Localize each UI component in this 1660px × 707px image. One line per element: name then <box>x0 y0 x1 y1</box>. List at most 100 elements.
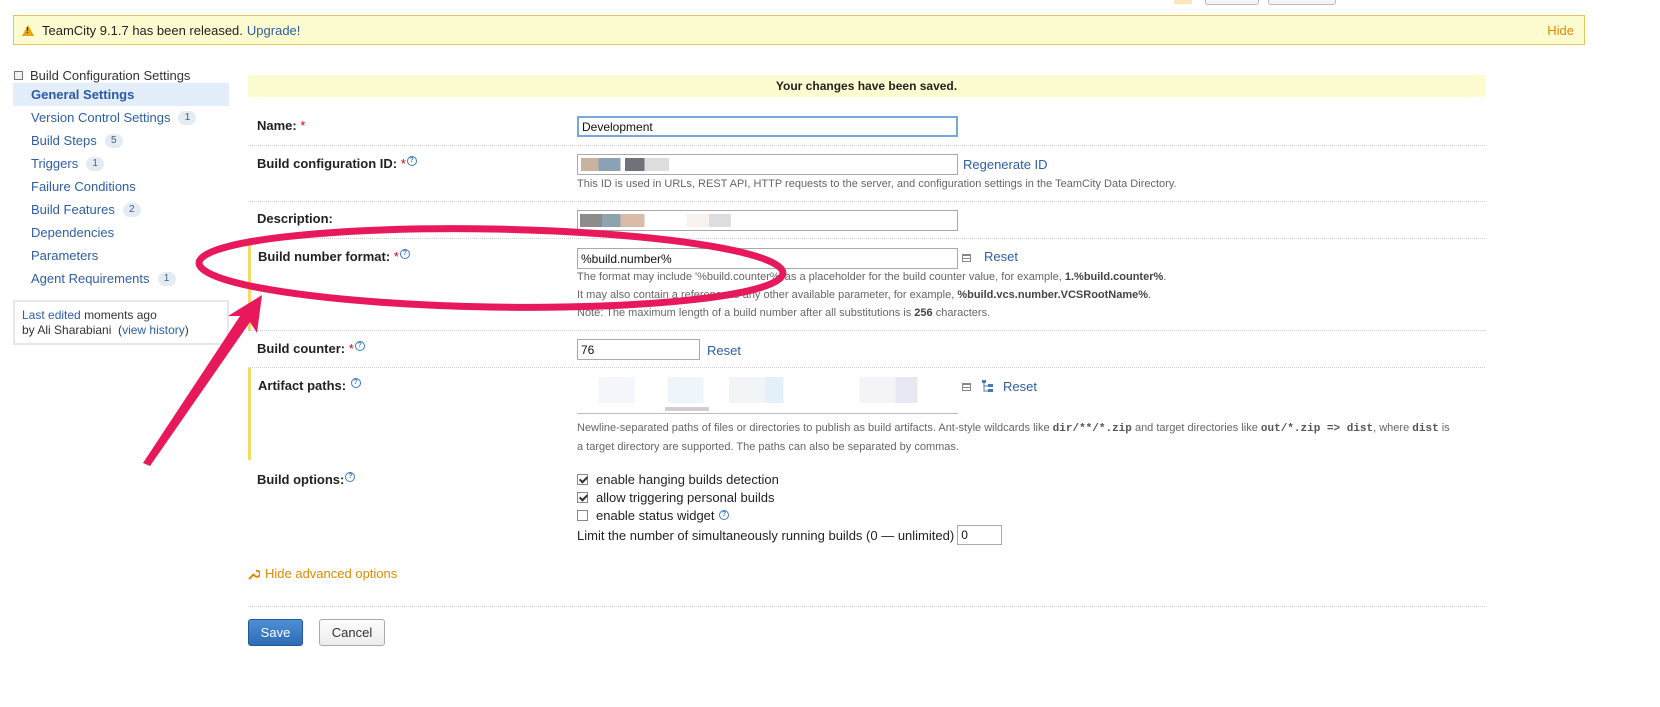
build-counter-reset-link[interactable]: Reset <box>707 343 741 358</box>
divider <box>248 145 1485 146</box>
limit-label: Limit the number of simultaneously runni… <box>577 527 955 543</box>
hide-banner-link[interactable]: Hide <box>1547 23 1574 38</box>
header-button-2[interactable] <box>1268 0 1336 5</box>
wrench-icon <box>248 569 260 580</box>
name-input[interactable] <box>577 116 958 137</box>
save-button[interactable]: Save <box>248 619 303 646</box>
annotation-overlay <box>143 225 787 466</box>
redacted-blur <box>581 158 669 171</box>
count-badge: 1 <box>178 110 197 125</box>
description-input[interactable] <box>577 210 958 231</box>
banner-message: TeamCity 9.1.7 has been released. <box>42 22 243 38</box>
build-counter-input[interactable] <box>577 339 700 360</box>
update-banner: TeamCity 9.1.7 has been released. Upgrad… <box>13 15 1585 45</box>
checkbox-status-widget[interactable] <box>577 509 588 521</box>
artifact-paths-note: Newline-separated paths of files or dire… <box>577 422 1450 453</box>
hide-advanced-label: Hide advanced options <box>265 566 398 581</box>
sidebar-item-label: Dependencies <box>31 225 115 240</box>
checkbox-personal-builds[interactable] <box>577 491 588 503</box>
personal-builds-option[interactable]: allow triggering personal builds <box>577 488 1002 506</box>
help-icon[interactable]: ? <box>354 341 365 351</box>
sidebar-item-agent-requirements[interactable]: Agent Requirements 1 <box>13 267 229 290</box>
hanging-builds-option[interactable]: enable hanging builds detection <box>577 470 1002 488</box>
divider <box>248 367 1485 368</box>
help-icon[interactable]: ? <box>399 249 410 259</box>
view-history-link[interactable]: view history <box>122 323 185 337</box>
limit-builds-row: Limit the number of simultaneously runni… <box>577 525 1003 545</box>
header-badge <box>1174 0 1192 4</box>
sidebar-title: Build Configuration Settings <box>30 68 191 83</box>
last-edited-link[interactable]: Last edited <box>22 308 81 322</box>
help-icon[interactable]: ? <box>406 156 417 166</box>
sidebar-item-build-steps[interactable]: Build Steps 5 <box>13 129 229 152</box>
sidebar-item-build-features[interactable]: Build Features 2 <box>13 198 229 221</box>
option-label: allow triggering personal builds <box>596 489 775 505</box>
description-label: Description: <box>257 211 333 226</box>
help-icon[interactable]: ? <box>719 510 730 520</box>
warning-icon <box>22 24 34 36</box>
text-edit-icon[interactable] <box>962 383 971 391</box>
last-edited-time: moments ago <box>84 308 157 322</box>
sidebar-item-label: Triggers <box>31 156 79 171</box>
build-number-note: The format may include '%build.counter%'… <box>577 271 1167 319</box>
upgrade-link[interactable]: Upgrade! <box>247 23 300 38</box>
regenerate-id-link[interactable]: Regenerate ID <box>963 157 1048 172</box>
sidebar-item-label: General Settings <box>31 87 135 102</box>
advanced-marker <box>248 368 251 460</box>
config-id-note: This ID is used in URLs, REST API, HTTP … <box>577 178 1177 190</box>
build-options-label: Build options:? <box>257 472 356 487</box>
sidebar-item-parameters[interactable]: Parameters <box>13 244 229 267</box>
last-edited-box: Last edited moments ago by Ali Sharabian… <box>13 300 229 345</box>
sidebar-item-general-settings[interactable]: General Settings <box>13 83 229 106</box>
name-label: Name: * <box>257 118 306 133</box>
sidebar-nav: General Settings Version Control Setting… <box>13 83 229 290</box>
option-label: enable status widget <box>596 507 715 523</box>
sidebar-item-label: Agent Requirements <box>31 271 150 286</box>
option-label: enable hanging builds detection <box>596 471 779 487</box>
sidebar-item-failure-conditions[interactable]: Failure Conditions <box>13 175 229 198</box>
help-icon[interactable]: ? <box>350 378 361 388</box>
sidebar-item-label: Build Steps <box>31 133 97 148</box>
count-badge: 1 <box>157 271 176 286</box>
artifact-paths-reset-link[interactable]: Reset <box>1003 379 1037 394</box>
checkbox-hanging-builds[interactable] <box>577 473 588 485</box>
build-options-group: enable hanging builds detection allow tr… <box>577 470 1003 545</box>
limit-builds-input[interactable] <box>957 525 1003 545</box>
build-number-format-label: Build number format: *? <box>258 249 410 264</box>
saved-message: Your changes have been saved. <box>248 75 1485 97</box>
sidebar-item-triggers[interactable]: Triggers 1 <box>13 152 229 175</box>
advanced-marker <box>248 239 251 331</box>
redacted-blur <box>580 214 764 227</box>
last-edited-by: by Ali Sharabiani <box>22 323 112 337</box>
sidebar-item-label: Version Control Settings <box>31 110 171 125</box>
header-button-1[interactable] <box>1205 0 1259 5</box>
config-id-input[interactable] <box>577 154 958 175</box>
build-counter-label: Build counter: *? <box>257 341 365 356</box>
artifact-paths-label: Artifact paths: ? <box>258 378 361 393</box>
status-widget-option[interactable]: enable status widget ? <box>577 506 1002 524</box>
tree-picker-icon[interactable] <box>982 380 993 392</box>
count-badge: 2 <box>122 202 141 217</box>
sidebar-header: Build Configuration Settings <box>14 68 190 83</box>
cancel-button[interactable]: Cancel <box>319 619 385 646</box>
sidebar-item-label: Parameters <box>31 248 99 263</box>
artifact-paths-textarea[interactable] <box>577 375 958 414</box>
sidebar-item-version-control-settings[interactable]: Version Control Settings 1 <box>13 106 229 129</box>
redacted-blur <box>577 377 939 403</box>
count-badge: 5 <box>104 133 123 148</box>
config-id-label: Build configuration ID: *? <box>257 156 417 171</box>
count-badge: 1 <box>86 156 105 171</box>
help-icon[interactable]: ? <box>345 472 356 482</box>
divider <box>248 606 1485 607</box>
build-number-reset-link[interactable]: Reset <box>984 249 1018 264</box>
settings-box-icon <box>14 71 23 80</box>
text-edit-icon[interactable] <box>962 254 971 262</box>
sidebar-item-label: Failure Conditions <box>31 179 136 194</box>
sidebar-item-label: Build Features <box>31 202 115 217</box>
sidebar-item-dependencies[interactable]: Dependencies <box>13 221 229 244</box>
build-number-format-input[interactable] <box>577 248 958 269</box>
divider <box>248 330 1485 331</box>
redacted-blur <box>665 407 709 411</box>
hide-advanced-options[interactable]: Hide advanced options <box>248 566 397 581</box>
divider <box>248 201 1485 202</box>
